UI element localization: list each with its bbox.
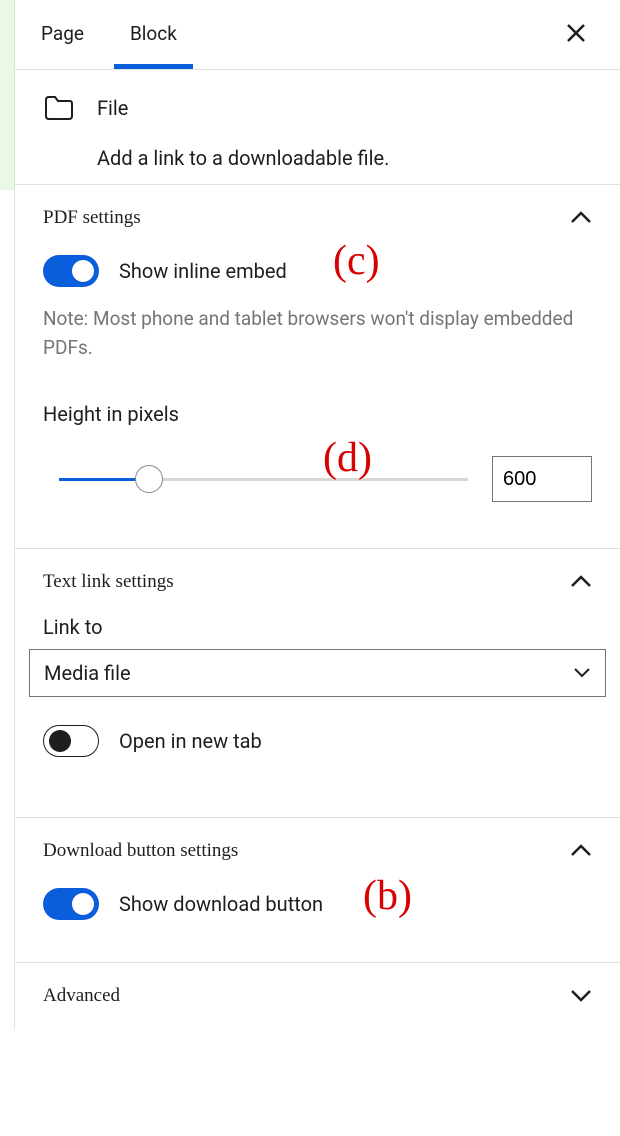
panel-pdf-settings: PDF settings Show inline embed (c) Note:… [15,184,620,530]
editor-left-strip [0,0,14,190]
tab-page[interactable]: Page [41,12,84,69]
chevron-up-icon [570,575,592,589]
file-block-icon [45,96,73,120]
annotation-d: (d) [323,434,372,482]
link-to-select[interactable]: Media file [29,649,606,697]
chevron-up-icon [570,211,592,225]
toggle-show-download-button[interactable] [43,888,99,920]
toggle-label: Show download button [119,892,323,916]
select-value: Media file [44,661,131,685]
panel-title: Download button settings [43,840,238,862]
panel-header-text-link-settings[interactable]: Text link settings [15,549,620,615]
panel-title: Text link settings [43,571,174,593]
toggle-label: Show inline embed [119,259,287,283]
panel-text-link-settings: Text link settings Link to Media file Op… [15,548,620,799]
pdf-note: Note: Most phone and tablet browsers won… [43,305,592,362]
chevron-up-icon [570,844,592,858]
panel-header-advanced[interactable]: Advanced [15,963,620,1029]
panel-title: PDF settings [43,207,141,229]
close-icon [566,23,586,43]
block-description: Add a link to a downloadable file. [97,146,389,170]
tab-block[interactable]: Block [130,12,177,69]
block-header: File Add a link to a downloadable file. [15,70,620,184]
toggle-show-inline-embed[interactable] [43,255,99,287]
block-inspector-sidebar: Page Block File Add a link to a download… [14,0,620,1029]
link-to-label: Link to [43,615,592,639]
toggle-open-new-tab[interactable] [43,725,99,757]
panel-title: Advanced [43,985,120,1007]
close-button[interactable] [558,15,594,67]
panel-header-download-settings[interactable]: Download button settings [15,818,620,884]
panel-download-settings: Download button settings Show download b… [15,817,620,962]
height-slider[interactable] [59,478,468,481]
panel-header-pdf-settings[interactable]: PDF settings [15,185,620,251]
chevron-down-icon [573,667,591,679]
inspector-tabs: Page Block [15,0,620,70]
height-input[interactable] [492,456,592,502]
toggle-label: Open in new tab [119,729,262,753]
height-label: Height in pixels [43,402,592,426]
block-title: File [97,96,389,120]
chevron-down-icon [570,989,592,1003]
panel-advanced: Advanced [15,962,620,1029]
